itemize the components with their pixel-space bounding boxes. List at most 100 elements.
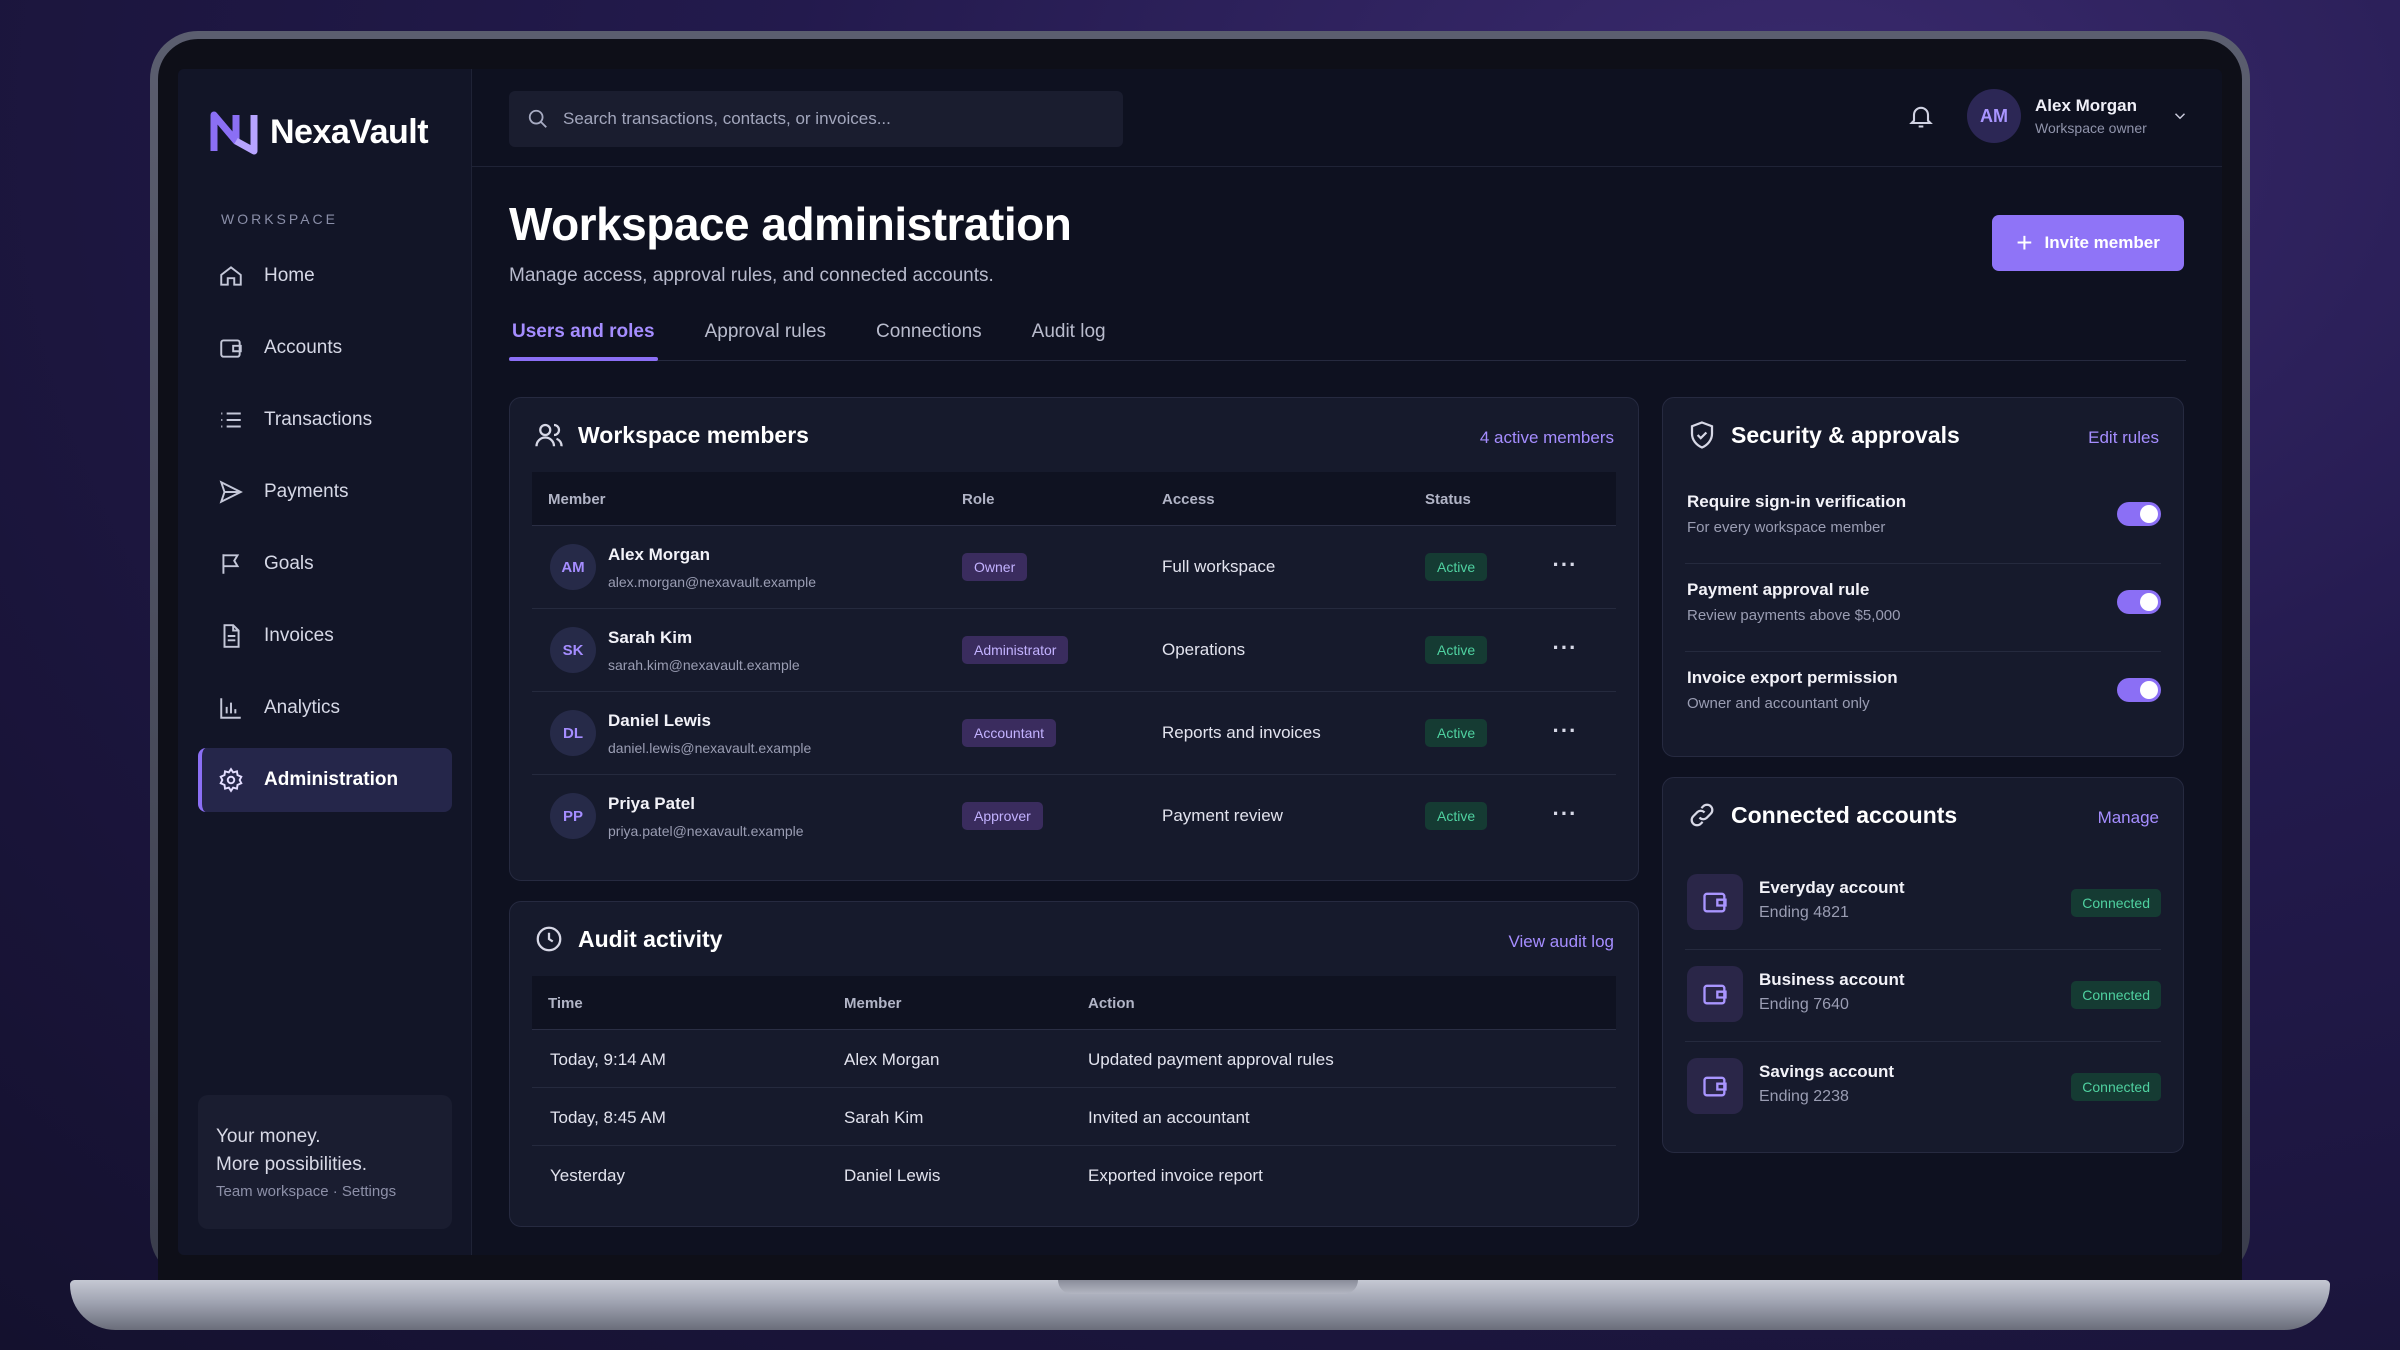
column-header: Member <box>548 491 606 508</box>
sidebar-item-analytics[interactable]: Analytics <box>198 676 452 740</box>
invite-member-button[interactable]: + Invite member <box>1992 215 2184 271</box>
member-email: sarah.kim@nexavault.example <box>608 657 800 673</box>
column-header: Role <box>962 491 995 508</box>
chevron-down-icon[interactable] <box>2161 103 2189 130</box>
sidebar-item-administration[interactable]: Administration <box>198 748 452 812</box>
connected-accounts-card: Connected accounts Manage Everyday accou… <box>1662 777 2184 1153</box>
rule-toggle[interactable] <box>2117 590 2161 614</box>
audit-member: Sarah Kim <box>844 1108 924 1127</box>
table-row[interactable]: Today, 8:45 AM Sarah Kim Invited an acco… <box>532 1088 1616 1146</box>
member-email: priya.patel@nexavault.example <box>608 823 804 839</box>
promo-footer-links[interactable]: Team workspace · Settings <box>216 1183 434 1200</box>
status-badge: Connected <box>2071 981 2161 1009</box>
table-row[interactable]: PP Priya Patel priya.patel@nexavault.exa… <box>532 775 1616 858</box>
sidebar-item-accounts[interactable]: Accounts <box>198 316 452 380</box>
notifications-button[interactable] <box>1907 102 1935 130</box>
list-icon <box>221 412 241 428</box>
brand-logo[interactable]: NexaVault <box>210 109 429 155</box>
list-item[interactable]: Business account Ending 7640 Connected <box>1685 950 2161 1042</box>
column-header: Member <box>844 995 902 1012</box>
edit-rules-link[interactable]: Edit rules <box>2088 428 2159 448</box>
sidebar-item-payments[interactable]: Payments <box>198 460 452 524</box>
wallet-icon <box>220 339 242 358</box>
search-input[interactable] <box>563 109 1083 129</box>
plus-icon: + <box>2016 227 2033 258</box>
wallet-icon <box>1687 966 1743 1022</box>
page-title: Workspace administration <box>509 198 1072 250</box>
sidebar-section-label: WORKSPACE <box>221 211 338 227</box>
bar-chart-icon <box>220 698 241 719</box>
manage-accounts-link[interactable]: Manage <box>2098 808 2159 828</box>
security-rule-row: Invoice export permission Owner and acco… <box>1685 652 2161 740</box>
role-badge: Owner <box>962 553 1028 581</box>
list-item[interactable]: Everyday account Ending 4821 Connected <box>1685 858 2161 950</box>
more-options-icon[interactable]: ··· <box>1548 718 1582 748</box>
member-email: alex.morgan@nexavault.example <box>608 574 816 590</box>
sidebar-item-label: Payments <box>264 481 349 502</box>
security-rule-row: Payment approval rule Review payments ab… <box>1685 564 2161 652</box>
bell-icon <box>1909 106 1933 128</box>
user-menu[interactable]: AM Alex Morgan Workspace owner <box>1967 89 2189 143</box>
member-name: Alex Morgan <box>608 545 711 564</box>
sidebar-item-transactions[interactable]: Transactions <box>198 388 452 452</box>
wallet-icon <box>1687 1058 1743 1114</box>
tab-connections[interactable]: Connections <box>873 301 985 360</box>
status-badge: Connected <box>2071 889 2161 917</box>
role-badge: Approver <box>962 802 1043 830</box>
search-box[interactable] <box>509 91 1123 147</box>
sidebar-item-invoices[interactable]: Invoices <box>198 604 452 668</box>
member-name: Priya Patel <box>608 794 695 813</box>
member-email: daniel.lewis@nexavault.example <box>608 740 812 756</box>
laptop-base <box>70 1280 2330 1330</box>
sidebar-promo-card: Your money. More possibilities. Team wor… <box>198 1095 452 1229</box>
invite-member-label: Invite member <box>2044 233 2160 252</box>
sidebar-item-home[interactable]: Home <box>198 244 452 308</box>
access-text: Full workspace <box>1162 557 1276 576</box>
laptop-notch <box>1058 1280 1358 1294</box>
table-row[interactable]: Yesterday Daniel Lewis Exported invoice … <box>532 1146 1616 1204</box>
security-rule-row: Require sign-in verification For every w… <box>1685 476 2161 564</box>
column-header: Status <box>1425 491 1471 508</box>
more-options-icon[interactable]: ··· <box>1548 552 1582 582</box>
more-options-icon[interactable]: ··· <box>1548 635 1582 665</box>
status-badge: Active <box>1425 553 1488 581</box>
card-title: Security & approvals <box>1731 421 1960 448</box>
active-members-link[interactable]: 4 active members <box>1480 428 1614 448</box>
tab-approval-rules[interactable]: Approval rules <box>702 301 829 360</box>
sidebar-item-label: Home <box>264 265 315 286</box>
rule-description: Review payments above $5,000 <box>1687 607 1901 624</box>
promo-line-2: More possibilities. <box>216 1154 367 1175</box>
account-name: Savings account <box>1759 1062 1895 1081</box>
rule-toggle[interactable] <box>2117 502 2161 526</box>
account-name: Everyday account <box>1759 878 1905 897</box>
document-icon <box>223 624 240 648</box>
access-text: Operations <box>1162 640 1246 659</box>
column-header: Action <box>1088 995 1135 1012</box>
table-row[interactable]: DL Daniel Lewis daniel.lewis@nexavault.e… <box>532 692 1616 775</box>
status-badge: Connected <box>2071 1073 2161 1101</box>
tab-users-and-roles[interactable]: Users and roles <box>509 301 658 361</box>
table-row[interactable]: Today, 9:14 AM Alex Morgan Updated payme… <box>532 1030 1616 1088</box>
laptop-lid: NexaVault WORKSPACE Home Accounts Transa… <box>150 31 2250 1281</box>
table-row[interactable]: SK Sarah Kim sarah.kim@nexavault.example… <box>532 609 1616 692</box>
sidebar-item-goals[interactable]: Goals <box>198 532 452 596</box>
list-item[interactable]: Savings account Ending 2238 Connected <box>1685 1042 2161 1134</box>
sidebar: NexaVault WORKSPACE Home Accounts Transa… <box>178 69 472 1255</box>
sidebar-nav: Home Accounts Transactions Payments Goal… <box>198 244 452 820</box>
tab-audit-log[interactable]: Audit log <box>1029 301 1109 360</box>
view-audit-log-link[interactable]: View audit log <box>1508 932 1614 952</box>
status-badge: Active <box>1425 719 1488 747</box>
shield-icon <box>1690 421 1714 449</box>
role-badge: Accountant <box>962 719 1057 747</box>
access-text: Reports and invoices <box>1162 723 1321 742</box>
sidebar-item-label: Administration <box>264 769 399 790</box>
table-row[interactable]: AM Alex Morgan alex.morgan@nexavault.exa… <box>532 526 1616 609</box>
search-icon <box>528 109 547 128</box>
workspace-members-card: Workspace members 4 active members Membe… <box>509 397 1639 881</box>
avatar: SK <box>550 627 596 673</box>
rule-toggle[interactable] <box>2117 678 2161 702</box>
brand-name: NexaVault <box>270 112 429 151</box>
app-window: NexaVault WORKSPACE Home Accounts Transa… <box>178 69 2222 1255</box>
more-options-icon[interactable]: ··· <box>1548 801 1582 831</box>
user-name: Alex Morgan <box>2035 96 2138 115</box>
